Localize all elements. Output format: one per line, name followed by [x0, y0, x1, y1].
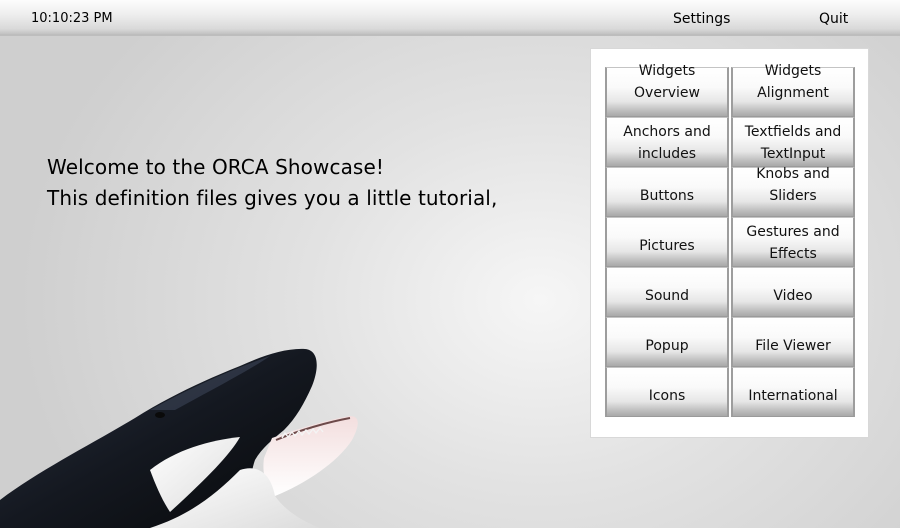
widgets-alignment-button[interactable]: Widgets Alignment: [731, 63, 855, 117]
pictures-button[interactable]: Pictures: [605, 217, 729, 267]
knobs-and-sliders-button[interactable]: Knobs and Sliders: [731, 166, 855, 217]
settings-button[interactable]: Settings: [673, 10, 730, 28]
welcome-line-2: This definition files gives you a little…: [47, 186, 498, 210]
anchors-and-includes-button[interactable]: Anchors and includes: [605, 117, 729, 167]
sound-button[interactable]: Sound: [605, 267, 729, 317]
widgets-overview-button[interactable]: Widgets Overview: [605, 63, 729, 117]
international-button[interactable]: International: [731, 367, 855, 417]
gestures-and-effects-button[interactable]: Gestures and Effects: [731, 217, 855, 267]
file-viewer-button[interactable]: File Viewer: [731, 317, 855, 367]
buttons-button[interactable]: Buttons: [605, 167, 729, 217]
welcome-line-1: Welcome to the ORCA Showcase!: [47, 155, 384, 179]
textfields-and-textinput-button[interactable]: Textfields and TextInput: [731, 117, 855, 167]
menu-grid: Widgets Overview Widgets Alignment Ancho…: [605, 63, 855, 417]
clock: 10:10:23 PM: [31, 11, 113, 26]
quit-button[interactable]: Quit: [819, 10, 848, 28]
video-button[interactable]: Video: [731, 267, 855, 317]
popup-button[interactable]: Popup: [605, 317, 729, 367]
icons-button[interactable]: Icons: [605, 367, 729, 417]
orca-whale-image: [0, 348, 358, 528]
top-bar: 10:10:23 PM Settings Quit: [0, 0, 900, 36]
welcome-text: Welcome to the ORCA Showcase! This defin…: [47, 152, 497, 214]
menu-panel: Widgets Overview Widgets Alignment Ancho…: [590, 48, 869, 438]
